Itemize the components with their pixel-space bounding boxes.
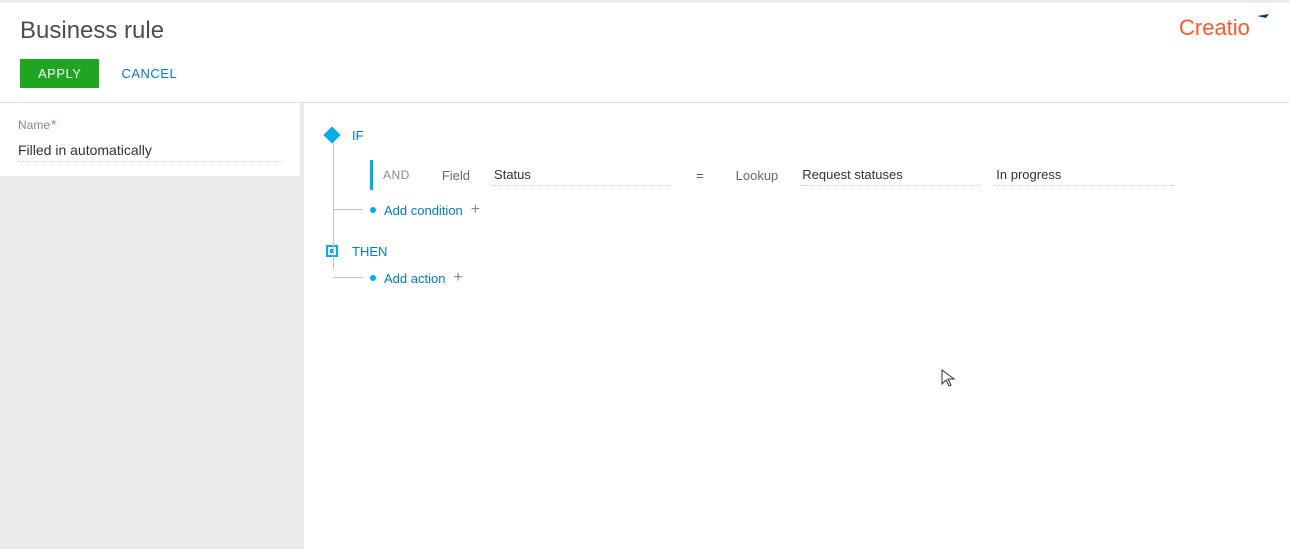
cancel-button[interactable]: CANCEL: [121, 66, 177, 81]
name-input[interactable]: [18, 138, 282, 162]
if-label: IF: [352, 128, 364, 143]
then-row: THEN: [324, 239, 1269, 263]
required-asterisk: *: [51, 117, 56, 132]
apply-button[interactable]: APPLY: [20, 59, 99, 88]
lookup-source-input[interactable]: [800, 164, 980, 186]
then-label: THEN: [352, 244, 387, 259]
lookup-type-label: Lookup: [728, 168, 787, 183]
name-card: Name*: [0, 103, 300, 176]
tree-connector: [333, 139, 334, 269]
square-icon: [326, 245, 338, 257]
sidebar: Name*: [0, 102, 300, 549]
mouse-cursor-icon: [940, 368, 958, 388]
page-title: Business rule: [20, 17, 164, 45]
rule-designer: IF AND Field = Lookup Add condition + TH…: [300, 102, 1289, 549]
plus-icon: +: [453, 270, 462, 286]
dot-icon: [370, 275, 376, 281]
field-label: Field: [434, 168, 478, 183]
add-action-link[interactable]: Add action: [384, 271, 445, 286]
creatio-logo: Creatio: [1179, 13, 1271, 44]
field-value-input[interactable]: [492, 164, 672, 186]
logo-text: Creatio: [1179, 15, 1250, 40]
condition-row: AND Field = Lookup: [354, 155, 1269, 195]
h-connector: [333, 209, 363, 210]
dot-icon: [370, 207, 376, 213]
add-action-row[interactable]: Add action +: [354, 263, 1269, 293]
if-row: IF: [324, 121, 1269, 149]
plus-icon: +: [471, 202, 480, 218]
action-buttons: APPLY CANCEL: [0, 45, 1289, 102]
equals-operator[interactable]: =: [686, 168, 714, 183]
lookup-value-input[interactable]: [994, 164, 1174, 186]
add-condition-row[interactable]: Add condition +: [354, 195, 1269, 225]
diamond-icon: [324, 127, 341, 144]
and-operator[interactable]: AND: [370, 160, 420, 190]
add-condition-link[interactable]: Add condition: [384, 203, 463, 218]
name-label: Name*: [18, 117, 282, 132]
h-connector: [333, 277, 363, 278]
header: Business rule Creatio: [0, 3, 1289, 45]
